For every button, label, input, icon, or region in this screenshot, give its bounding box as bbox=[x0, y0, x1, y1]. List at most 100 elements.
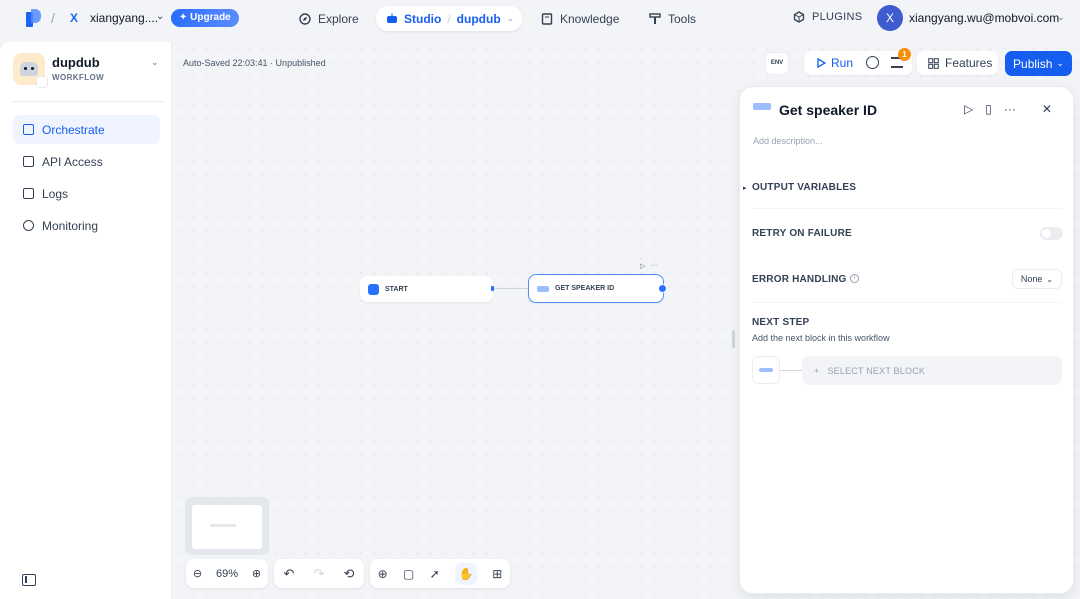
plus-icon: + bbox=[814, 365, 820, 376]
grid-icon bbox=[928, 57, 939, 69]
sidebar-item-label: Orchestrate bbox=[42, 122, 105, 137]
add-block-icon[interactable]: ⊕ bbox=[378, 567, 388, 581]
tool-icon bbox=[537, 285, 549, 292]
sidebar-item-monitoring[interactable]: Monitoring bbox=[13, 211, 160, 240]
redo-icon[interactable]: ↷ bbox=[314, 566, 325, 582]
current-app-name[interactable]: dupdub bbox=[457, 12, 501, 26]
plugins-label: PLUGINS bbox=[812, 11, 863, 23]
play-icon bbox=[817, 58, 826, 68]
app-logo[interactable] bbox=[26, 9, 42, 27]
error-handling-value: None bbox=[1020, 274, 1043, 284]
hand-icon[interactable]: ✋ bbox=[454, 562, 477, 585]
nav-knowledge[interactable]: Knowledge bbox=[541, 8, 619, 30]
node-config-panel: Get speaker ID ▷ ▯ ··· ✕ Add description… bbox=[739, 86, 1074, 594]
help-book-icon[interactable]: ▯ bbox=[985, 102, 992, 116]
run-node-icon[interactable]: ▷ bbox=[964, 102, 973, 116]
description-input[interactable]: Add description... bbox=[753, 136, 823, 146]
zoom-controls: ⊖ 69% ⊕ bbox=[186, 559, 268, 588]
edge-connector bbox=[493, 288, 528, 289]
breadcrumb-separator: / bbox=[51, 10, 55, 26]
logs-icon bbox=[23, 188, 34, 199]
node-label: GET SPEAKER ID bbox=[555, 285, 615, 292]
app-title: dupdub bbox=[52, 55, 100, 70]
workspace-name[interactable]: xiangyang.... bbox=[90, 11, 158, 25]
chevron-down-icon: ⌄ bbox=[1056, 58, 1064, 68]
workflow-badge-icon bbox=[36, 76, 48, 88]
zoom-out-icon[interactable]: ⊖ bbox=[193, 567, 202, 580]
divider bbox=[752, 208, 1062, 209]
monitoring-icon bbox=[23, 220, 34, 231]
organize-icon[interactable]: ⊞ bbox=[492, 567, 502, 581]
undo-icon[interactable]: ↶ bbox=[284, 566, 295, 582]
sidebar-item-api-access[interactable]: API Access bbox=[13, 147, 160, 176]
sidebar-item-label: API Access bbox=[42, 154, 103, 169]
plugins-button[interactable]: PLUGINS bbox=[793, 11, 862, 23]
node-label: START bbox=[385, 285, 408, 293]
error-handling-label: ERROR HANDLING bbox=[752, 274, 847, 285]
panel-resize-handle[interactable] bbox=[732, 330, 735, 348]
publish-button[interactable]: Publish ⌄ bbox=[1005, 51, 1072, 76]
caret-right-icon[interactable]: ▸ bbox=[743, 184, 747, 192]
panel-actions: ▷ ▯ ··· ✕ bbox=[964, 102, 1052, 116]
error-handling-select[interactable]: None ⌄ bbox=[1012, 269, 1062, 289]
run-button[interactable]: Run bbox=[816, 56, 853, 70]
minimap[interactable] bbox=[185, 497, 269, 555]
app-type: WORKFLOW bbox=[52, 73, 105, 82]
upgrade-button[interactable]: ✦ Upgrade bbox=[171, 9, 239, 27]
close-icon[interactable]: ✕ bbox=[1042, 102, 1052, 116]
node-start[interactable]: START bbox=[360, 276, 493, 302]
version-history-icon[interactable]: ⟲ bbox=[344, 566, 355, 582]
more-icon[interactable]: ··· bbox=[1004, 102, 1016, 116]
panel-title[interactable]: Get speaker ID bbox=[779, 102, 877, 118]
current-node-icon bbox=[752, 356, 780, 384]
info-icon[interactable]: i bbox=[850, 274, 859, 283]
features-button[interactable]: Features bbox=[917, 51, 998, 75]
nav-explore[interactable]: Explore bbox=[299, 8, 359, 30]
retry-on-failure-label: RETRY ON FAILURE bbox=[752, 228, 852, 239]
add-next-node-handle[interactable] bbox=[658, 284, 667, 293]
node-toolbar: ▷ ··· bbox=[640, 262, 657, 270]
minimap-node bbox=[210, 524, 236, 527]
chevron-down-icon: ⌄ bbox=[1046, 274, 1054, 284]
robot-icon bbox=[20, 62, 38, 76]
chevron-down-icon[interactable]: ⌄ bbox=[1057, 12, 1065, 23]
nav-tools-label: Tools bbox=[668, 12, 697, 26]
pointer-icon[interactable]: ➚ bbox=[430, 567, 440, 581]
play-icon[interactable]: ▷ bbox=[640, 262, 645, 270]
upgrade-label: Upgrade bbox=[190, 12, 231, 23]
canvas-tools: ⊕ ▢ ➚ ✋ ⊞ bbox=[370, 559, 510, 588]
run-label: Run bbox=[831, 56, 854, 70]
chevron-down-icon[interactable]: ⌄ bbox=[507, 13, 515, 24]
connector-line bbox=[780, 370, 802, 371]
add-note-icon[interactable]: ▢ bbox=[403, 567, 414, 581]
chevron-down-icon[interactable]: ⌄ bbox=[156, 11, 164, 22]
retry-toggle[interactable] bbox=[1040, 227, 1063, 240]
nav-tools[interactable]: Tools bbox=[649, 8, 696, 30]
chevron-down-icon[interactable]: ⌄ bbox=[151, 57, 159, 68]
workspace-avatar: X bbox=[69, 11, 78, 25]
run-toolbar: Run bbox=[804, 51, 912, 75]
user-avatar[interactable]: X bbox=[877, 5, 903, 31]
sidebar-item-orchestrate[interactable]: Orchestrate bbox=[13, 115, 160, 144]
app-sidebar: dupdub WORKFLOW ⌄ Orchestrate API Access… bbox=[0, 42, 172, 599]
zoom-in-icon[interactable]: ⊕ bbox=[252, 567, 261, 580]
select-next-block-button[interactable]: + SELECT NEXT BLOCK bbox=[802, 356, 1062, 385]
node-output-handle[interactable] bbox=[491, 286, 494, 291]
zoom-level[interactable]: 69% bbox=[216, 568, 238, 580]
node-get-speaker-id[interactable]: GET SPEAKER ID bbox=[528, 274, 664, 303]
nav-studio[interactable]: Studio / dupdub ⌄ bbox=[376, 6, 522, 31]
user-email[interactable]: xiangyang.wu@mobvoi.com bbox=[909, 11, 1059, 25]
features-label: Features bbox=[945, 56, 993, 70]
output-variables-header[interactable]: OUTPUT VARIABLES bbox=[752, 182, 856, 193]
collapse-sidebar-icon[interactable] bbox=[22, 574, 36, 586]
more-icon[interactable]: ··· bbox=[650, 262, 657, 270]
api-terminal-icon bbox=[23, 156, 34, 167]
minimap-viewport bbox=[192, 505, 262, 549]
run-history-icon[interactable] bbox=[866, 56, 879, 69]
nav-explore-label: Explore bbox=[318, 12, 359, 26]
tool-icon bbox=[753, 103, 771, 110]
env-button[interactable]: ENV bbox=[765, 52, 789, 75]
sidebar-item-logs[interactable]: Logs bbox=[13, 179, 160, 208]
orchestrate-icon bbox=[23, 124, 34, 135]
hammer-icon bbox=[649, 13, 661, 24]
